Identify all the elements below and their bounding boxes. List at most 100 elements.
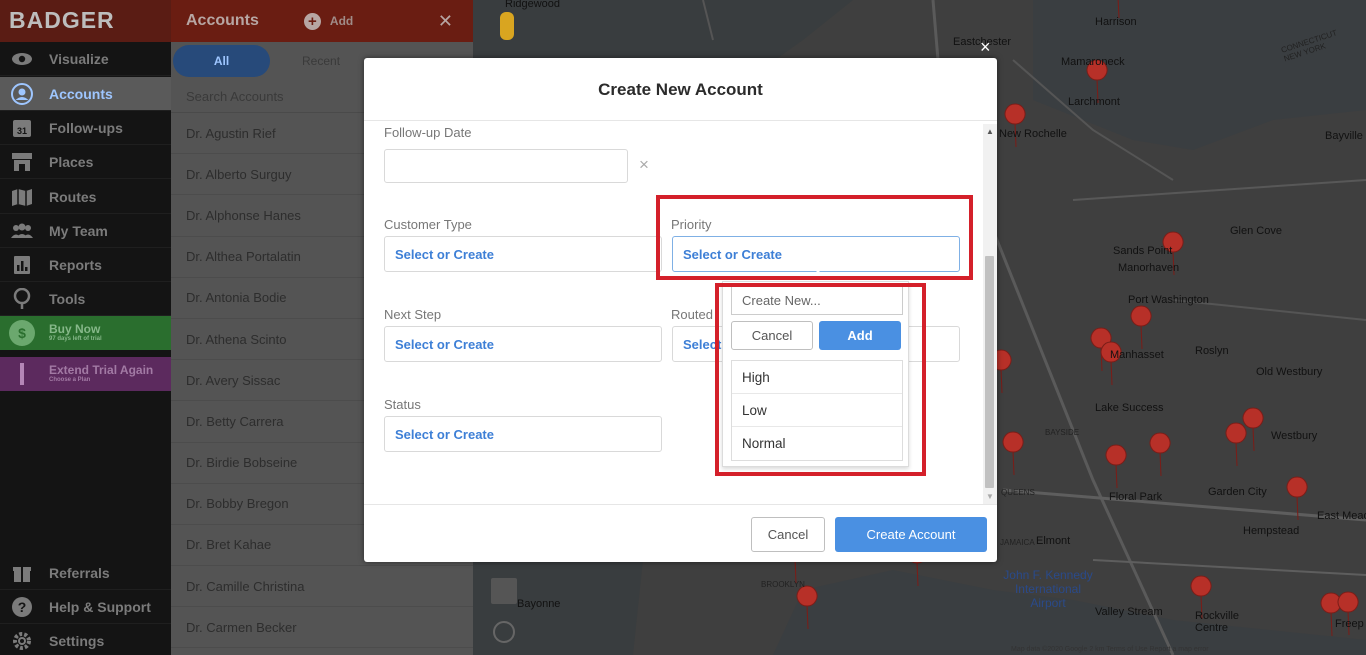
next-step-select[interactable]: Select or Create <box>384 326 662 362</box>
routed-label: Routed <box>671 307 713 322</box>
status-select[interactable]: Select or Create <box>384 416 662 452</box>
tab-all[interactable]: All <box>173 45 270 77</box>
sidebar-item-label: Routes <box>49 188 97 205</box>
map-label: Manhasset <box>1110 349 1164 361</box>
sidebar-item-label: My Team <box>49 222 108 239</box>
sidebar-item-label: Help & Support <box>49 598 151 615</box>
team-icon <box>9 220 35 242</box>
reports-icon <box>9 254 35 276</box>
cancel-button[interactable]: Cancel <box>751 517 825 552</box>
map-label: QUEENS <box>1001 488 1035 497</box>
pegman-icon[interactable] <box>500 12 514 40</box>
map-label: Elmont <box>1036 535 1071 547</box>
sidebar-item-follow-ups[interactable]: 31 Follow-ups <box>0 111 171 145</box>
map-label: Ridgewood <box>505 0 561 10</box>
sidebar-item-label: Referrals <box>49 564 110 581</box>
trial-days-left: 97 days left of trial <box>49 335 102 342</box>
map-label: Port Washington <box>1128 294 1209 306</box>
sidebar-item-label: Settings <box>49 632 105 649</box>
create-account-button[interactable]: Create Account <box>835 517 987 552</box>
next-step-label: Next Step <box>384 307 442 322</box>
calendar-icon: 31 <box>9 117 35 139</box>
map-label: Bayonne <box>517 598 561 610</box>
status-label: Status <box>384 397 421 412</box>
sidebar-item-tools[interactable]: Tools <box>0 282 171 316</box>
map-label: Valley Stream <box>1095 606 1163 618</box>
sidebar: BADGER Visualize Accounts 31 Follow-ups … <box>0 0 171 655</box>
calendar-day: 31 <box>17 126 27 136</box>
map-label: BAYSIDE <box>1045 428 1080 437</box>
modal-close-icon[interactable]: × <box>980 37 991 58</box>
sidebar-item-reports[interactable]: Reports <box>0 248 171 282</box>
zoom-control[interactable] <box>491 578 517 604</box>
map-label: Westbury <box>1271 430 1318 442</box>
customer-type-select[interactable]: Select or Create <box>384 236 662 272</box>
sidebar-item-label: Visualize <box>49 50 109 67</box>
followup-date-input[interactable] <box>384 149 628 183</box>
map-label: Sands Point <box>1113 245 1173 257</box>
sidebar-item-label: Reports <box>49 256 102 273</box>
list-item[interactable]: Dr. Camille Christina <box>171 566 473 608</box>
map-label: Freep <box>1335 618 1364 630</box>
pin-icon <box>9 287 35 310</box>
sidebar-item-help[interactable]: ? Help & Support <box>0 590 171 624</box>
sidebar-item-places[interactable]: Places <box>0 145 171 179</box>
scroll-thumb[interactable] <box>985 256 994 488</box>
choose-plan-label: Choose a Plan <box>49 376 91 383</box>
sidebar-item-label: Follow-ups <box>49 119 123 136</box>
extend-trial-button[interactable]: Extend Trial Again Choose a Plan <box>0 357 171 391</box>
clear-date-icon[interactable]: × <box>639 155 649 175</box>
map-label: Harrison <box>1095 16 1137 28</box>
map-label: Larchmont <box>1068 96 1120 108</box>
accounts-title: Accounts <box>186 12 259 29</box>
modal-title: Create New Account <box>364 58 997 121</box>
map-label: Glen Cove <box>1230 225 1282 237</box>
buy-now-label: Buy Now <box>49 321 101 336</box>
eye-icon <box>9 48 35 70</box>
gift-icon <box>9 562 35 584</box>
tab-recent[interactable]: Recent <box>302 54 340 68</box>
sidebar-item-visualize[interactable]: Visualize <box>0 42 171 76</box>
modal-footer: Cancel Create Account <box>364 504 997 562</box>
brand-logo: BADGER <box>0 0 171 42</box>
list-item[interactable]: Dr. Carmen Becker <box>171 607 473 649</box>
scroll-up-icon[interactable]: ▲ <box>986 127 994 136</box>
modal-scrollbar[interactable]: ▲ ▼ <box>983 124 997 504</box>
sidebar-item-label: Accounts <box>49 85 113 102</box>
scroll-down-icon[interactable]: ▼ <box>986 492 994 501</box>
add-account-button[interactable]: + Add <box>303 12 354 30</box>
map-label: Manorhaven <box>1118 262 1180 274</box>
sidebar-item-my-team[interactable]: My Team <box>0 214 171 248</box>
map-label: Garden City <box>1208 486 1267 498</box>
map-label: Lake Success <box>1095 402 1164 414</box>
gear-icon <box>9 630 35 652</box>
sidebar-item-label: Places <box>49 153 94 170</box>
buy-now-button[interactable]: $ Buy Now 97 days left of trial <box>0 316 171 350</box>
map-label: John F. Kennedy International Airport <box>1003 568 1093 610</box>
customer-type-label: Customer Type <box>384 217 472 232</box>
close-icon[interactable]: ✕ <box>438 11 453 32</box>
sidebar-item-label: Tools <box>49 290 86 307</box>
help-icon: ? <box>9 596 35 618</box>
user-circle-icon <box>9 82 35 105</box>
pencil-icon <box>9 361 35 387</box>
map-label: Roslyn <box>1195 345 1229 357</box>
map-label: Floral Park <box>1109 491 1163 503</box>
map-icon <box>9 186 35 208</box>
map-label: Bayville <box>1325 130 1363 142</box>
add-label: Add <box>329 14 354 28</box>
sidebar-item-referrals[interactable]: Referrals <box>0 556 171 590</box>
map-footer: Map data ©2020 Google 2 km Terms of Use … <box>1011 646 1209 653</box>
store-icon <box>9 151 35 173</box>
sidebar-item-settings[interactable]: Settings <box>0 624 171 655</box>
accounts-header: Accounts + Add ✕ <box>171 0 473 42</box>
dollar-icon: $ <box>9 320 35 346</box>
map-label: JAMAICA <box>1000 538 1035 547</box>
map-label: Hempstead <box>1243 525 1300 537</box>
dropdown-highlight-box <box>715 283 926 476</box>
sidebar-item-routes[interactable]: Routes <box>0 180 171 214</box>
map-label: Rockville Centre <box>1195 610 1240 634</box>
sidebar-item-accounts[interactable]: Accounts <box>0 77 171 111</box>
svg-text:?: ? <box>18 599 27 615</box>
map-label: East Meado <box>1317 510 1366 522</box>
